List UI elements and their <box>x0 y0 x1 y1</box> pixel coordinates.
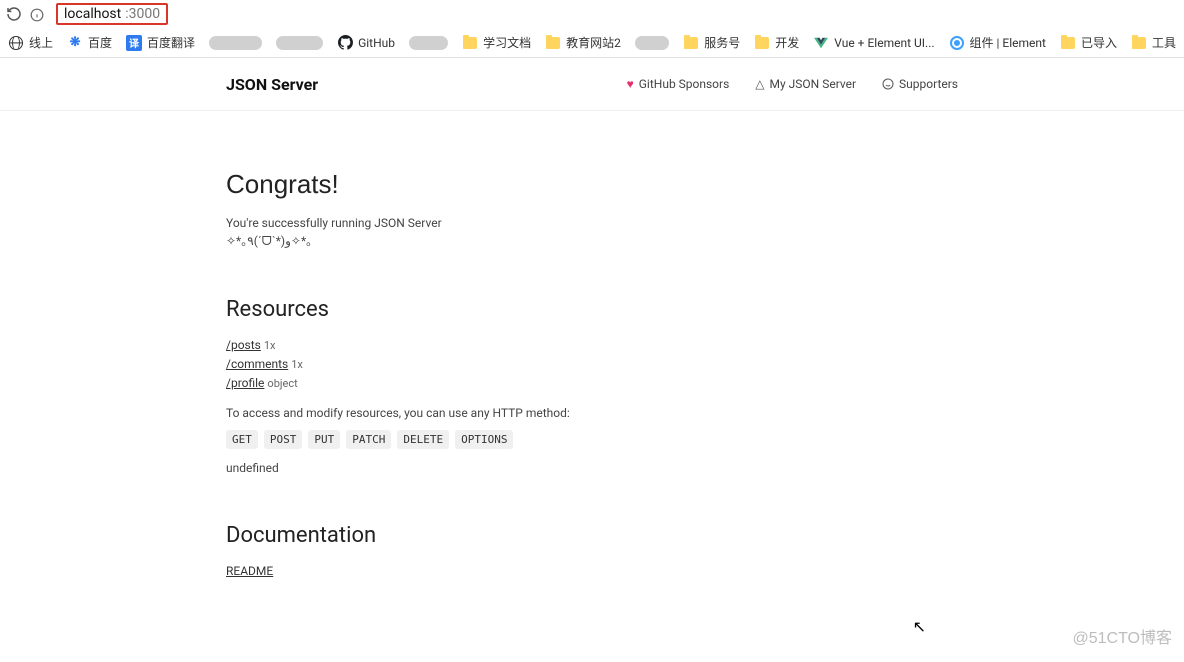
bookmark-service[interactable]: 服务号 <box>683 34 740 51</box>
readme-link[interactable]: README <box>226 564 273 578</box>
address-bar: localhost:3000 <box>0 0 1184 28</box>
vue-icon <box>813 35 829 51</box>
bookmark-element-component[interactable]: 组件 | Element <box>949 34 1046 51</box>
resource-link-profile[interactable]: /profile <box>226 376 264 390</box>
site-title: JSON Server <box>226 75 318 94</box>
link-label: Supporters <box>899 77 958 91</box>
link-my-json-server[interactable]: △ My JSON Server <box>755 77 856 91</box>
link-label: GitHub Sponsors <box>639 77 730 91</box>
bookmark-baidu-translate[interactable]: 译百度翻译 <box>126 34 195 51</box>
folder-icon <box>1061 37 1075 49</box>
bookmark-baidu[interactable]: ❋ 百度 <box>67 34 112 51</box>
folder-icon <box>684 37 698 49</box>
method-patch: PATCH <box>346 430 391 449</box>
resource-line: /posts1x <box>226 338 958 352</box>
bookmark-label: 教育网站2 <box>566 34 621 51</box>
url-input[interactable]: localhost:3000 <box>56 3 168 25</box>
redacted-bookmark <box>409 36 448 50</box>
link-supporters[interactable]: Supporters <box>882 77 958 91</box>
bookmark-label: 服务号 <box>704 34 740 51</box>
smile-icon <box>882 78 894 90</box>
resource-line: /comments1x <box>226 357 958 371</box>
redacted-bookmark <box>276 36 323 50</box>
resource-link-posts[interactable]: /posts <box>226 338 261 352</box>
resource-link-comments[interactable]: /comments <box>226 357 288 371</box>
url-host: localhost <box>64 6 121 22</box>
folder-icon <box>755 37 769 49</box>
watermark: @51CTO博客 <box>1072 624 1172 648</box>
globe-icon <box>9 36 23 50</box>
method-put: PUT <box>308 430 340 449</box>
method-get: GET <box>226 430 258 449</box>
baidu-icon: ❋ <box>67 35 83 51</box>
bookmark-dev[interactable]: 开发 <box>754 34 799 51</box>
translate-icon: 译 <box>126 35 142 51</box>
resource-count: object <box>267 377 297 390</box>
bookmark-label: GitHub <box>358 36 395 50</box>
method-delete: DELETE <box>397 430 449 449</box>
link-label: My JSON Server <box>770 77 857 91</box>
bookmark-label: 组件 | Element <box>970 34 1046 51</box>
element-icon <box>950 36 964 50</box>
bookmark-label: 已导入 <box>1081 34 1117 51</box>
redacted-bookmark <box>209 36 262 50</box>
header-links: ♥ GitHub Sponsors △ My JSON Server Support… <box>627 77 958 91</box>
reload-icon[interactable] <box>6 6 22 22</box>
link-github-sponsors[interactable]: ♥ GitHub Sponsors <box>627 77 730 91</box>
congrats-kaomoji: ✧*｡٩(ˊᗜˋ*)و✧*｡ <box>226 232 958 249</box>
congrats-heading: Congrats! <box>226 169 958 200</box>
undefined-text: undefined <box>226 461 958 475</box>
bookmark-label: Vue + Element UI... <box>834 36 934 50</box>
bookmark-label: 开发 <box>775 34 799 51</box>
folder-icon <box>463 37 477 49</box>
flame-icon: △ <box>755 77 764 91</box>
bookmark-study-docs[interactable]: 学习文档 <box>462 34 531 51</box>
bookmark-label: 工具 <box>1152 34 1176 51</box>
bookmark-vue-element[interactable]: Vue + Element UI... <box>813 35 934 51</box>
method-options: OPTIONS <box>455 430 513 449</box>
redacted-bookmark <box>635 36 669 50</box>
info-icon[interactable] <box>30 8 42 20</box>
folder-icon <box>546 37 560 49</box>
url-port: :3000 <box>125 6 160 22</box>
folder-icon <box>1132 37 1146 49</box>
documentation-heading: Documentation <box>226 523 958 548</box>
bookmark-label: 百度翻译 <box>147 34 195 51</box>
bookmark-label: 线上 <box>29 34 53 51</box>
bookmark-edu-site[interactable]: 教育网站2 <box>545 34 621 51</box>
resource-count: 1x <box>291 358 303 371</box>
resource-count: 1x <box>264 339 276 352</box>
cursor-icon: ↖ <box>913 617 926 636</box>
bookmarks-bar: 线上 ❋ 百度 译百度翻译 GitHub 学习文档 教育网站2 服务号 开发 Vu… <box>0 28 1184 58</box>
bookmark-tools[interactable]: 工具 <box>1131 34 1176 51</box>
heart-icon: ♥ <box>627 77 634 91</box>
http-methods: GET POST PUT PATCH DELETE OPTIONS <box>226 430 958 449</box>
page-header: JSON Server ♥ GitHub Sponsors △ My JSON Se… <box>0 58 1184 111</box>
bookmark-label: 学习文档 <box>483 34 531 51</box>
resources-heading: Resources <box>226 297 958 322</box>
bookmark-github[interactable]: GitHub <box>337 35 395 51</box>
bookmark-label: 百度 <box>88 34 112 51</box>
github-icon <box>337 35 353 51</box>
congrats-subtitle: You're successfully running JSON Server <box>226 214 958 232</box>
method-post: POST <box>264 430 303 449</box>
resource-line: /profileobject <box>226 376 958 390</box>
main-content: Congrats! You're successfully running JS… <box>222 111 962 579</box>
access-description: To access and modify resources, you can … <box>226 406 958 420</box>
bookmark-imported[interactable]: 已导入 <box>1060 34 1117 51</box>
bookmark-online[interactable]: 线上 <box>8 34 53 51</box>
